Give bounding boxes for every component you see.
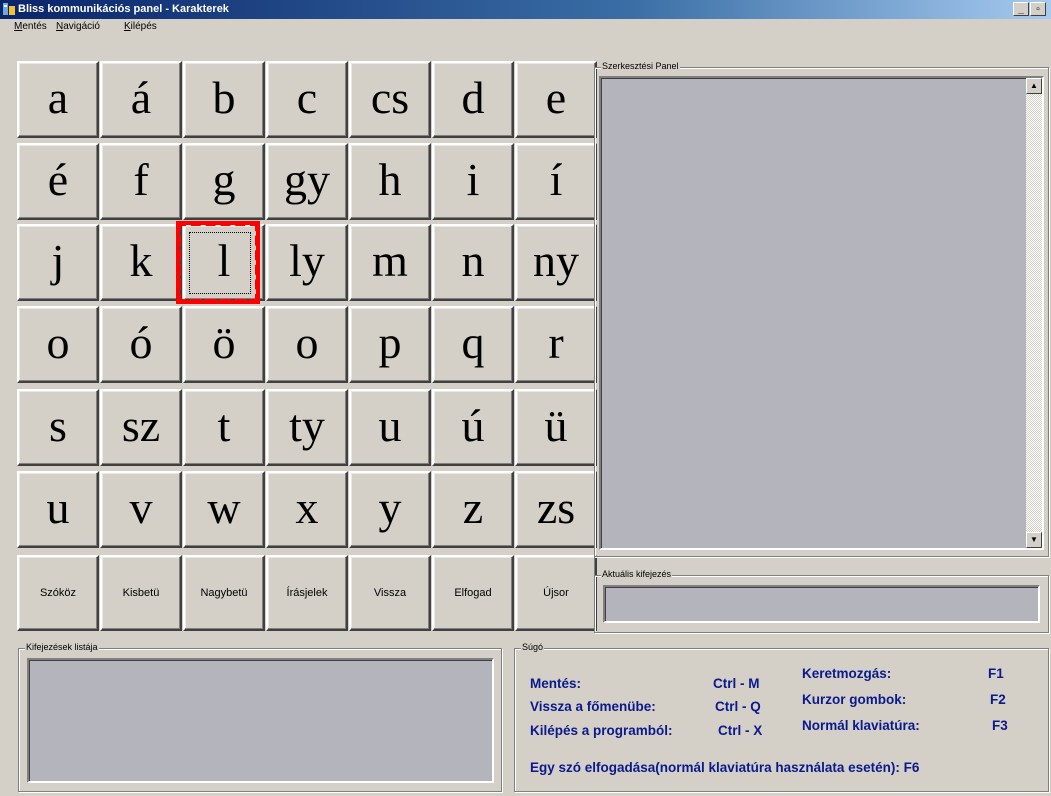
restore-button[interactable]: ▫ <box>1030 2 1046 16</box>
current-expression-label: Aktuális kifejezés <box>601 569 673 579</box>
menu-navigacio[interactable]: Navigáció <box>56 21 100 32</box>
key-5-3[interactable]: x <box>266 471 348 548</box>
key-4-1[interactable]: sz <box>100 389 182 466</box>
key-4-2[interactable]: t <box>183 389 265 466</box>
key-4-3[interactable]: ty <box>266 389 348 466</box>
key-4-4[interactable]: u <box>349 389 431 466</box>
key-4-5[interactable]: ú <box>432 389 514 466</box>
key-0-3[interactable]: c <box>266 61 348 138</box>
key-4-0[interactable]: s <box>17 389 99 466</box>
menu-bar: Mentés Navigáció Kilépés <box>0 19 1051 36</box>
edit-panel-label: Szerkesztési Panel <box>601 61 680 71</box>
help-action-frame: Keretmozgás: <box>802 666 892 681</box>
key-0-0[interactable]: a <box>17 61 99 138</box>
key-1-5[interactable]: i <box>432 143 514 220</box>
expression-list-box[interactable] <box>27 658 494 783</box>
function-key-0[interactable]: Szóköz <box>17 555 99 631</box>
edit-panel-group: Szerkesztési Panel ▲ ▼ <box>594 61 1049 557</box>
key-2-5[interactable]: n <box>432 224 514 301</box>
menu-mentes[interactable]: Mentés <box>14 21 47 32</box>
help-shortcut-exit: Ctrl - X <box>718 723 763 738</box>
help-footer: Egy szó elfogadása(normál klaviatúra has… <box>530 760 920 775</box>
help-label: Súgó <box>521 642 545 652</box>
menu-kilepes[interactable]: Kilépés <box>124 21 157 32</box>
key-2-6[interactable]: ny <box>515 224 597 301</box>
key-5-1[interactable]: v <box>100 471 182 548</box>
key-3-6[interactable]: r <box>515 306 597 383</box>
key-1-4[interactable]: h <box>349 143 431 220</box>
function-key-5[interactable]: Elfogad <box>432 555 514 631</box>
help-key-f1: F1 <box>988 666 1004 681</box>
key-0-6[interactable]: e <box>515 61 597 138</box>
key-1-6[interactable]: í <box>515 143 597 220</box>
key-5-6[interactable]: zs <box>515 471 597 548</box>
help-action-keyboard: Normál klaviatúra: <box>802 718 920 733</box>
help-action-save: Mentés: <box>530 676 582 691</box>
current-expression-group: Aktuális kifejezés <box>594 569 1049 633</box>
help-action-exit: Kilépés a programból: <box>530 723 673 738</box>
key-3-5[interactable]: q <box>432 306 514 383</box>
scroll-down-icon[interactable]: ▼ <box>1026 532 1042 548</box>
key-3-3[interactable]: o <box>266 306 348 383</box>
function-key-2[interactable]: Nagybetü <box>183 555 265 631</box>
key-5-2[interactable]: w <box>183 471 265 548</box>
edit-panel-textarea[interactable]: ▲ ▼ <box>599 76 1044 550</box>
key-2-4[interactable]: m <box>349 224 431 301</box>
key-2-0[interactable]: j <box>17 224 99 301</box>
key-1-0[interactable]: é <box>17 143 99 220</box>
current-expression-field[interactable] <box>603 585 1040 623</box>
expression-list-label: Kifejezések listája <box>25 642 99 652</box>
key-0-2[interactable]: b <box>183 61 265 138</box>
function-key-4[interactable]: Vissza <box>349 555 431 631</box>
key-1-2[interactable]: g <box>183 143 265 220</box>
key-3-4[interactable]: p <box>349 306 431 383</box>
key-0-4[interactable]: cs <box>349 61 431 138</box>
title-bar: Bliss kommunikációs panel - Karakterek _… <box>0 0 1051 19</box>
key-1-3[interactable]: gy <box>266 143 348 220</box>
key-1-1[interactable]: f <box>100 143 182 220</box>
key-3-0[interactable]: o <box>17 306 99 383</box>
help-action-cursor: Kurzor gombok: <box>802 692 907 707</box>
help-key-f2: F2 <box>990 692 1006 707</box>
key-2-3[interactable]: ly <box>266 224 348 301</box>
key-5-4[interactable]: y <box>349 471 431 548</box>
key-3-2[interactable]: ö <box>183 306 265 383</box>
key-0-5[interactable]: d <box>432 61 514 138</box>
window-title: Bliss kommunikációs panel - Karakterek <box>18 3 229 15</box>
function-key-1[interactable]: Kisbetü <box>100 555 182 631</box>
key-2-2[interactable]: l <box>183 224 265 301</box>
edit-panel-scrollbar[interactable]: ▲ ▼ <box>1026 78 1042 548</box>
help-shortcut-mainmenu: Ctrl - Q <box>715 699 761 714</box>
help-shortcut-save: Ctrl - M <box>713 676 760 691</box>
key-4-6[interactable]: ü <box>515 389 597 466</box>
minimize-button[interactable]: _ <box>1013 2 1029 16</box>
function-key-3[interactable]: Írásjelek <box>266 555 348 631</box>
key-5-5[interactable]: z <box>432 471 514 548</box>
scroll-up-icon[interactable]: ▲ <box>1026 78 1042 94</box>
help-key-f3: F3 <box>992 718 1008 733</box>
key-2-1[interactable]: k <box>100 224 182 301</box>
function-key-6[interactable]: Újsor <box>515 555 597 631</box>
key-5-0[interactable]: u <box>17 471 99 548</box>
app-icon <box>3 3 15 15</box>
key-3-1[interactable]: ó <box>100 306 182 383</box>
key-0-1[interactable]: á <box>100 61 182 138</box>
help-action-mainmenu: Vissza a főmenübe: <box>530 699 656 714</box>
expression-list-group: Kifejezések listája <box>18 642 502 792</box>
